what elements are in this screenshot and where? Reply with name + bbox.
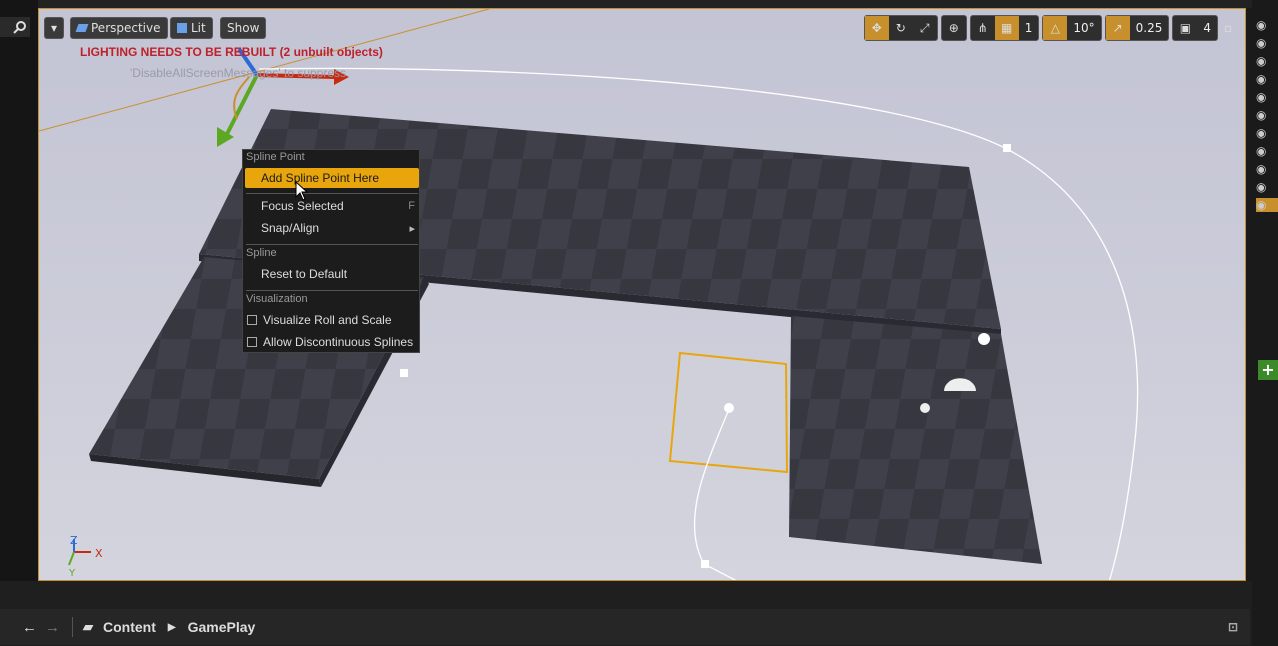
chevron-right-icon: ▶: [167, 621, 176, 633]
eye-icon[interactable]: ◉: [1256, 72, 1278, 86]
section-visualization: Visualization: [246, 293, 308, 305]
cube-icon: [177, 23, 187, 33]
camera-speed-value[interactable]: 4: [1197, 21, 1217, 35]
camera-speed-group: ▣ 4: [1172, 15, 1218, 41]
eye-icon[interactable]: ◉: [1256, 54, 1278, 68]
perspective-button[interactable]: Perspective: [70, 17, 168, 39]
grid-count[interactable]: 1: [1019, 21, 1039, 35]
section-spline-point: Spline Point: [246, 151, 305, 163]
camera-icon: [75, 24, 89, 32]
visibility-column: ◉ ◉ ◉ ◉ ◉ ◉ ◉ ◉ ◉ ◉ ◉: [1256, 18, 1278, 238]
mouse-cursor-icon: [295, 181, 309, 201]
maximize-icon[interactable]: ▫: [1221, 16, 1235, 40]
focus-selected-item[interactable]: Focus Selected F: [245, 196, 419, 216]
rotation-snap-value[interactable]: 10°: [1067, 21, 1100, 35]
eye-icon[interactable]: ◉: [1256, 36, 1278, 50]
lit-label: Lit: [191, 21, 206, 35]
menu-divider: [246, 244, 418, 245]
viewport-title-bar: [38, 0, 1252, 8]
left-panel: [0, 0, 38, 646]
context-menu: Spline Point Add Spline Point Here Focus…: [242, 149, 420, 353]
breadcrumb: ← → ▰ Content ▶ GamePlay ⊡: [0, 609, 1250, 645]
grid-snap-icon[interactable]: ▦: [994, 16, 1019, 40]
right-panel: ◉ ◉ ◉ ◉ ◉ ◉ ◉ ◉ ◉ ◉ ◉ +: [1252, 0, 1278, 646]
eye-icon[interactable]: ◉: [1256, 198, 1278, 212]
crumb-content[interactable]: Content: [103, 619, 156, 635]
menu-divider: [246, 290, 418, 291]
axis-x-label: X: [95, 547, 103, 560]
perspective-label: Perspective: [91, 21, 161, 35]
eye-icon[interactable]: ◉: [1256, 18, 1278, 32]
level-viewport[interactable]: X Z Y ▾ Perspective Lit Show ✥ ↻ ⤢ ⊕ ⋔ ▦…: [38, 8, 1246, 581]
visualize-roll-label: Visualize Roll and Scale: [263, 313, 392, 327]
rotation-snap-group: △ 10°: [1042, 15, 1102, 41]
scale-snap-value[interactable]: 0.25: [1130, 21, 1169, 35]
add-spline-point-item[interactable]: Add Spline Point Here: [245, 168, 419, 188]
content-browser: ← → ▰ Content ▶ GamePlay ⊡: [0, 581, 1252, 646]
allow-discontinuous-label: Allow Discontinuous Splines: [263, 335, 414, 349]
search-button[interactable]: [0, 17, 30, 37]
scale-snap-group: ↗ 0.25: [1104, 15, 1170, 41]
checkbox[interactable]: [247, 337, 257, 347]
eye-icon[interactable]: ◉: [1256, 90, 1278, 104]
lit-button[interactable]: Lit: [170, 17, 213, 39]
visualize-roll-item[interactable]: Visualize Roll and Scale: [245, 310, 419, 330]
lighting-warning: LIGHTING NEEDS TO BE REBUILT (2 unbuilt …: [80, 45, 383, 59]
folder-icon: ▰: [83, 619, 93, 634]
add-icon[interactable]: +: [1258, 360, 1278, 380]
viewport-options-button[interactable]: ▾: [44, 17, 64, 39]
focus-shortcut: F: [408, 200, 415, 212]
search-icon: [13, 21, 26, 34]
spline-point[interactable]: [400, 369, 408, 377]
transform-mode-group: ✥ ↻ ⤢: [863, 15, 938, 41]
world-space-icon[interactable]: ⊕: [942, 16, 966, 40]
section-spline: Spline: [246, 247, 277, 259]
warning-hint: 'DisableAllScreenMessages' to suppress: [130, 66, 347, 80]
divider: [72, 617, 73, 637]
eye-icon[interactable]: ◉: [1256, 180, 1278, 194]
scale-icon[interactable]: ⤢: [913, 16, 937, 40]
eye-icon[interactable]: ◉: [1256, 144, 1278, 158]
checkbox[interactable]: [247, 315, 257, 325]
menu-divider: [246, 193, 418, 194]
show-label: Show: [227, 21, 260, 35]
axis-y-label: Y: [68, 568, 76, 579]
forward-icon[interactable]: →: [45, 619, 60, 636]
crumb-gameplay[interactable]: GamePlay: [188, 619, 256, 635]
spline-point[interactable]: [701, 560, 709, 568]
translate-icon[interactable]: ✥: [864, 16, 889, 40]
back-icon[interactable]: ←: [22, 619, 37, 636]
axis-z-label: Z: [70, 534, 78, 547]
grid-snap-group: ⋔ ▦ 1: [969, 15, 1040, 41]
allow-discontinuous-item[interactable]: Allow Discontinuous Splines: [245, 332, 419, 352]
eye-icon[interactable]: ◉: [1256, 108, 1278, 122]
camera-speed-icon[interactable]: ▣: [1173, 16, 1197, 40]
viewport-toolbar-right: ✥ ↻ ⤢ ⊕ ⋔ ▦ 1 △ 10° ↗ 0.25 ▣ 4 ▫: [863, 15, 1235, 41]
focus-selected-label: Focus Selected: [261, 199, 344, 213]
chevron-down-icon: ▾: [50, 21, 58, 35]
spline-point-handle[interactable]: [724, 403, 734, 413]
scene-canvas: X Z Y: [39, 9, 1245, 580]
sphere-icon[interactable]: [920, 403, 930, 413]
eye-icon[interactable]: ◉: [1256, 162, 1278, 176]
rotation-snap-icon[interactable]: △: [1043, 16, 1068, 40]
surface-snap-icon[interactable]: ⋔: [971, 16, 995, 40]
rotate-icon[interactable]: ↻: [889, 16, 913, 40]
spline-point[interactable]: [1003, 144, 1011, 152]
eye-icon[interactable]: ◉: [1256, 126, 1278, 140]
lock-icon[interactable]: ⊡: [1228, 620, 1238, 634]
snap-align-item[interactable]: Snap/Align ▸: [245, 218, 419, 238]
floor-right[interactable]: [789, 316, 1042, 564]
show-button[interactable]: Show: [220, 17, 267, 39]
reset-default-item[interactable]: Reset to Default: [245, 264, 419, 284]
submenu-arrow-icon: ▸: [409, 222, 415, 235]
snap-align-label: Snap/Align: [261, 221, 320, 235]
scale-snap-icon[interactable]: ↗: [1105, 16, 1130, 40]
light-icon[interactable]: [978, 333, 990, 345]
